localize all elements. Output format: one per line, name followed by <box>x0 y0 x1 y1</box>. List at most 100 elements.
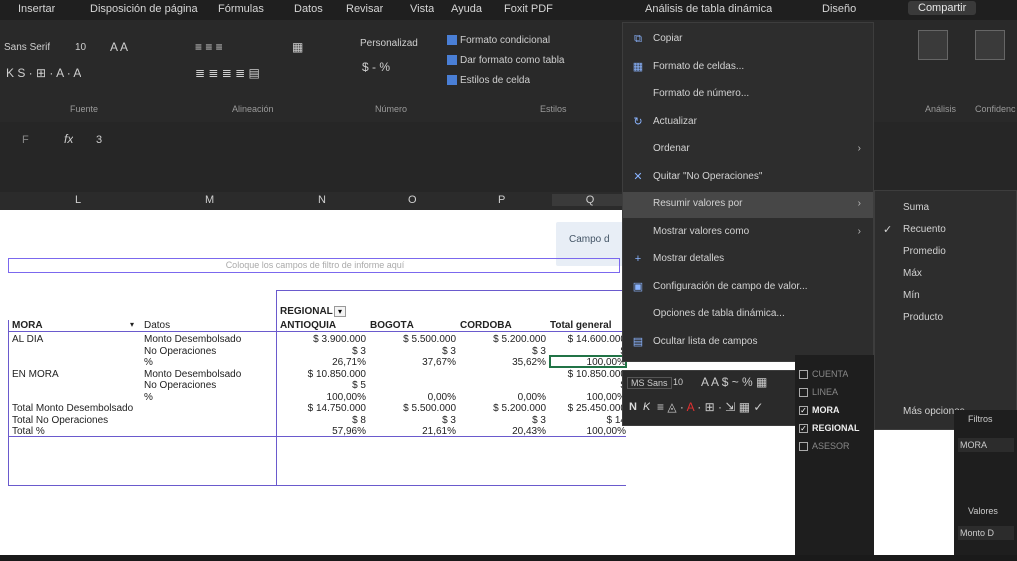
pivot-header-datos[interactable]: Datos <box>144 320 170 331</box>
context-item-9[interactable]: ▣ Configuración de campo de valor... <box>623 275 873 301</box>
menu-diseno[interactable]: Diseño <box>822 3 856 15</box>
context-item-10[interactable]: Opciones de tabla dinámica... <box>623 302 873 328</box>
pivot-cell[interactable]: $ 14.750.000 <box>280 403 366 414</box>
pivot-cell[interactable]: 0,00% <box>460 392 546 403</box>
pivot-data-label[interactable]: % <box>144 357 276 368</box>
context-item-7[interactable]: Mostrar valores como › <box>623 220 873 246</box>
pivot-cell[interactable]: $ 5.500.000 <box>370 403 456 414</box>
pivot-cell[interactable]: $ 3.900.000 <box>280 334 366 345</box>
cell-styles-button[interactable]: Estilos de celda <box>460 75 530 86</box>
pivot-cell[interactable]: $ 25.450.000 <box>550 403 626 414</box>
pivot-cell[interactable]: $ 3 <box>370 415 456 426</box>
pivot-data-label[interactable]: No Operaciones <box>144 380 276 391</box>
mora-filter-icon[interactable]: ▾ <box>130 320 134 329</box>
mini-font-select[interactable]: MS Sans <box>627 377 672 389</box>
context-item-2[interactable]: Formato de número... <box>623 82 873 108</box>
summarize-option-5[interactable]: Producto <box>875 305 1016 331</box>
context-item-3[interactable]: ↻ Actualizar <box>623 110 873 136</box>
menu-insertar[interactable]: Insertar <box>18 3 55 15</box>
field-checkbox[interactable] <box>799 388 808 397</box>
menu-vista[interactable]: Vista <box>410 3 434 15</box>
values-area-value[interactable]: Monto D <box>958 526 1014 540</box>
col-header-n[interactable]: N <box>318 194 326 206</box>
menu-disposicion[interactable]: Disposición de página <box>90 3 198 15</box>
pivot-cell[interactable]: $ 8 <box>280 415 366 426</box>
context-item-5[interactable]: ✕ Quitar "No Operaciones" <box>623 165 873 191</box>
pivot-cell[interactable]: $ 3 <box>460 346 546 357</box>
formula-input[interactable]: 3 <box>96 134 102 146</box>
pivot-cell[interactable]: $ <box>550 380 626 391</box>
pivot-cell[interactable]: $ 3 <box>280 346 366 357</box>
col-header-q[interactable]: Q <box>552 194 628 206</box>
filters-area-value[interactable]: MORA <box>958 438 1014 452</box>
pivot-row-label[interactable]: Total Monto Desembolsado <box>12 403 142 414</box>
name-box[interactable]: F <box>22 134 29 146</box>
field-item-4[interactable]: ASESOR <box>799 439 871 455</box>
field-item-2[interactable]: ✓ MORA <box>799 403 871 419</box>
pivot-cell[interactable]: $ 10.850.000 <box>550 369 626 380</box>
pivot-cell[interactable]: $ 5.200.000 <box>460 403 546 414</box>
mini-size-select[interactable]: 10 <box>673 377 683 387</box>
indent-icons[interactable]: ≣ ≣ ≣ ≣ ▤ <box>195 66 260 80</box>
pivot-cell[interactable]: $ 5.200.000 <box>460 334 546 345</box>
pivot-cell[interactable]: $ 10.850.000 <box>280 369 366 380</box>
fx-icon[interactable]: fx <box>64 132 73 146</box>
pivot-cell[interactable]: 0,00% <box>370 392 456 403</box>
mini-bold-button[interactable]: N <box>629 401 637 413</box>
pivot-row-label[interactable]: AL DIA <box>12 334 142 345</box>
selected-cell[interactable] <box>549 355 627 368</box>
pivot-cell[interactable]: $ 14.600.000 <box>550 334 626 345</box>
pivot-data-label[interactable]: Monto Desembolsado <box>144 334 276 345</box>
font-name-select[interactable]: Sans Serif <box>4 42 50 53</box>
font-size-select[interactable]: 10 <box>75 42 86 53</box>
table-format-button[interactable]: Dar formato como tabla <box>460 55 565 66</box>
menu-ayuda[interactable]: Ayuda <box>451 3 482 15</box>
pivot-cell[interactable]: $ 5.500.000 <box>370 334 456 345</box>
pivot-cell[interactable]: 100,00% <box>550 392 626 403</box>
regional-field-label[interactable]: REGIONAL <box>280 306 333 317</box>
conditional-format-button[interactable]: Formato condicional <box>460 35 550 46</box>
pivot-cell[interactable]: 20,43% <box>460 426 546 437</box>
pivot-cell[interactable]: $ 3 <box>370 346 456 357</box>
analysis-icon[interactable] <box>918 30 948 60</box>
context-item-1[interactable]: ▦ Formato de celdas... <box>623 55 873 81</box>
pivot-cell[interactable]: 26,71% <box>280 357 366 368</box>
col-header-m[interactable]: M <box>205 194 214 206</box>
grow-font-icon[interactable]: A A <box>110 40 128 54</box>
context-item-4[interactable]: Ordenar › <box>623 137 873 163</box>
mini-italic-button[interactable]: K <box>643 401 650 413</box>
menu-foxit[interactable]: Foxit PDF <box>504 3 553 15</box>
menu-datos[interactable]: Datos <box>294 3 323 15</box>
pivot-cell[interactable]: 21,61% <box>370 426 456 437</box>
pivot-cell[interactable]: $ 14 <box>550 415 626 426</box>
field-checkbox[interactable]: ✓ <box>799 424 808 433</box>
filter-dropdown-icon[interactable]: ▾ <box>334 306 346 317</box>
field-checkbox[interactable] <box>799 442 808 451</box>
context-item-11[interactable]: ▤ Ocultar lista de campos <box>623 330 873 356</box>
menu-revisar[interactable]: Revisar <box>346 3 383 15</box>
pivot-cell[interactable]: $ 3 <box>460 415 546 426</box>
mini-grow-icon[interactable]: A A $ ~ % ▦ <box>701 375 767 389</box>
wrap-icon[interactable]: ▦ <box>292 40 303 54</box>
pivot-row-label[interactable]: Total % <box>12 426 142 437</box>
pivot-cell[interactable]: $ 5 <box>280 380 366 391</box>
field-checkbox[interactable]: ✓ <box>799 406 808 415</box>
pivot-row-label[interactable]: EN MORA <box>12 369 142 380</box>
format-icons[interactable]: K S · ⊞ · A · A <box>6 66 81 80</box>
pivot-data-label[interactable]: No Operaciones <box>144 346 276 357</box>
col-header-l[interactable]: L <box>75 194 81 206</box>
field-checkbox[interactable] <box>799 370 808 379</box>
context-item-0[interactable]: ⧉ Copiar <box>623 27 873 53</box>
field-item-0[interactable]: CUENTA <box>799 367 871 383</box>
field-item-3[interactable]: ✓ REGIONAL <box>799 421 871 437</box>
pivot-header-mora[interactable]: MORA <box>12 320 43 331</box>
pivot-data-label[interactable]: Monto Desembolsado <box>144 369 276 380</box>
currency-button[interactable]: $ - % <box>362 60 390 74</box>
pivot-row-label[interactable]: Total No Operaciones <box>12 415 142 426</box>
sensitivity-icon[interactable] <box>975 30 1005 60</box>
pivot-cell[interactable]: 57,96% <box>280 426 366 437</box>
col-header-o[interactable]: O <box>408 194 417 206</box>
context-item-6[interactable]: Resumir valores por › <box>623 192 873 218</box>
menu-analisis[interactable]: Análisis de tabla dinámica <box>645 3 772 15</box>
number-format-select[interactable]: Personalizad <box>360 38 418 49</box>
